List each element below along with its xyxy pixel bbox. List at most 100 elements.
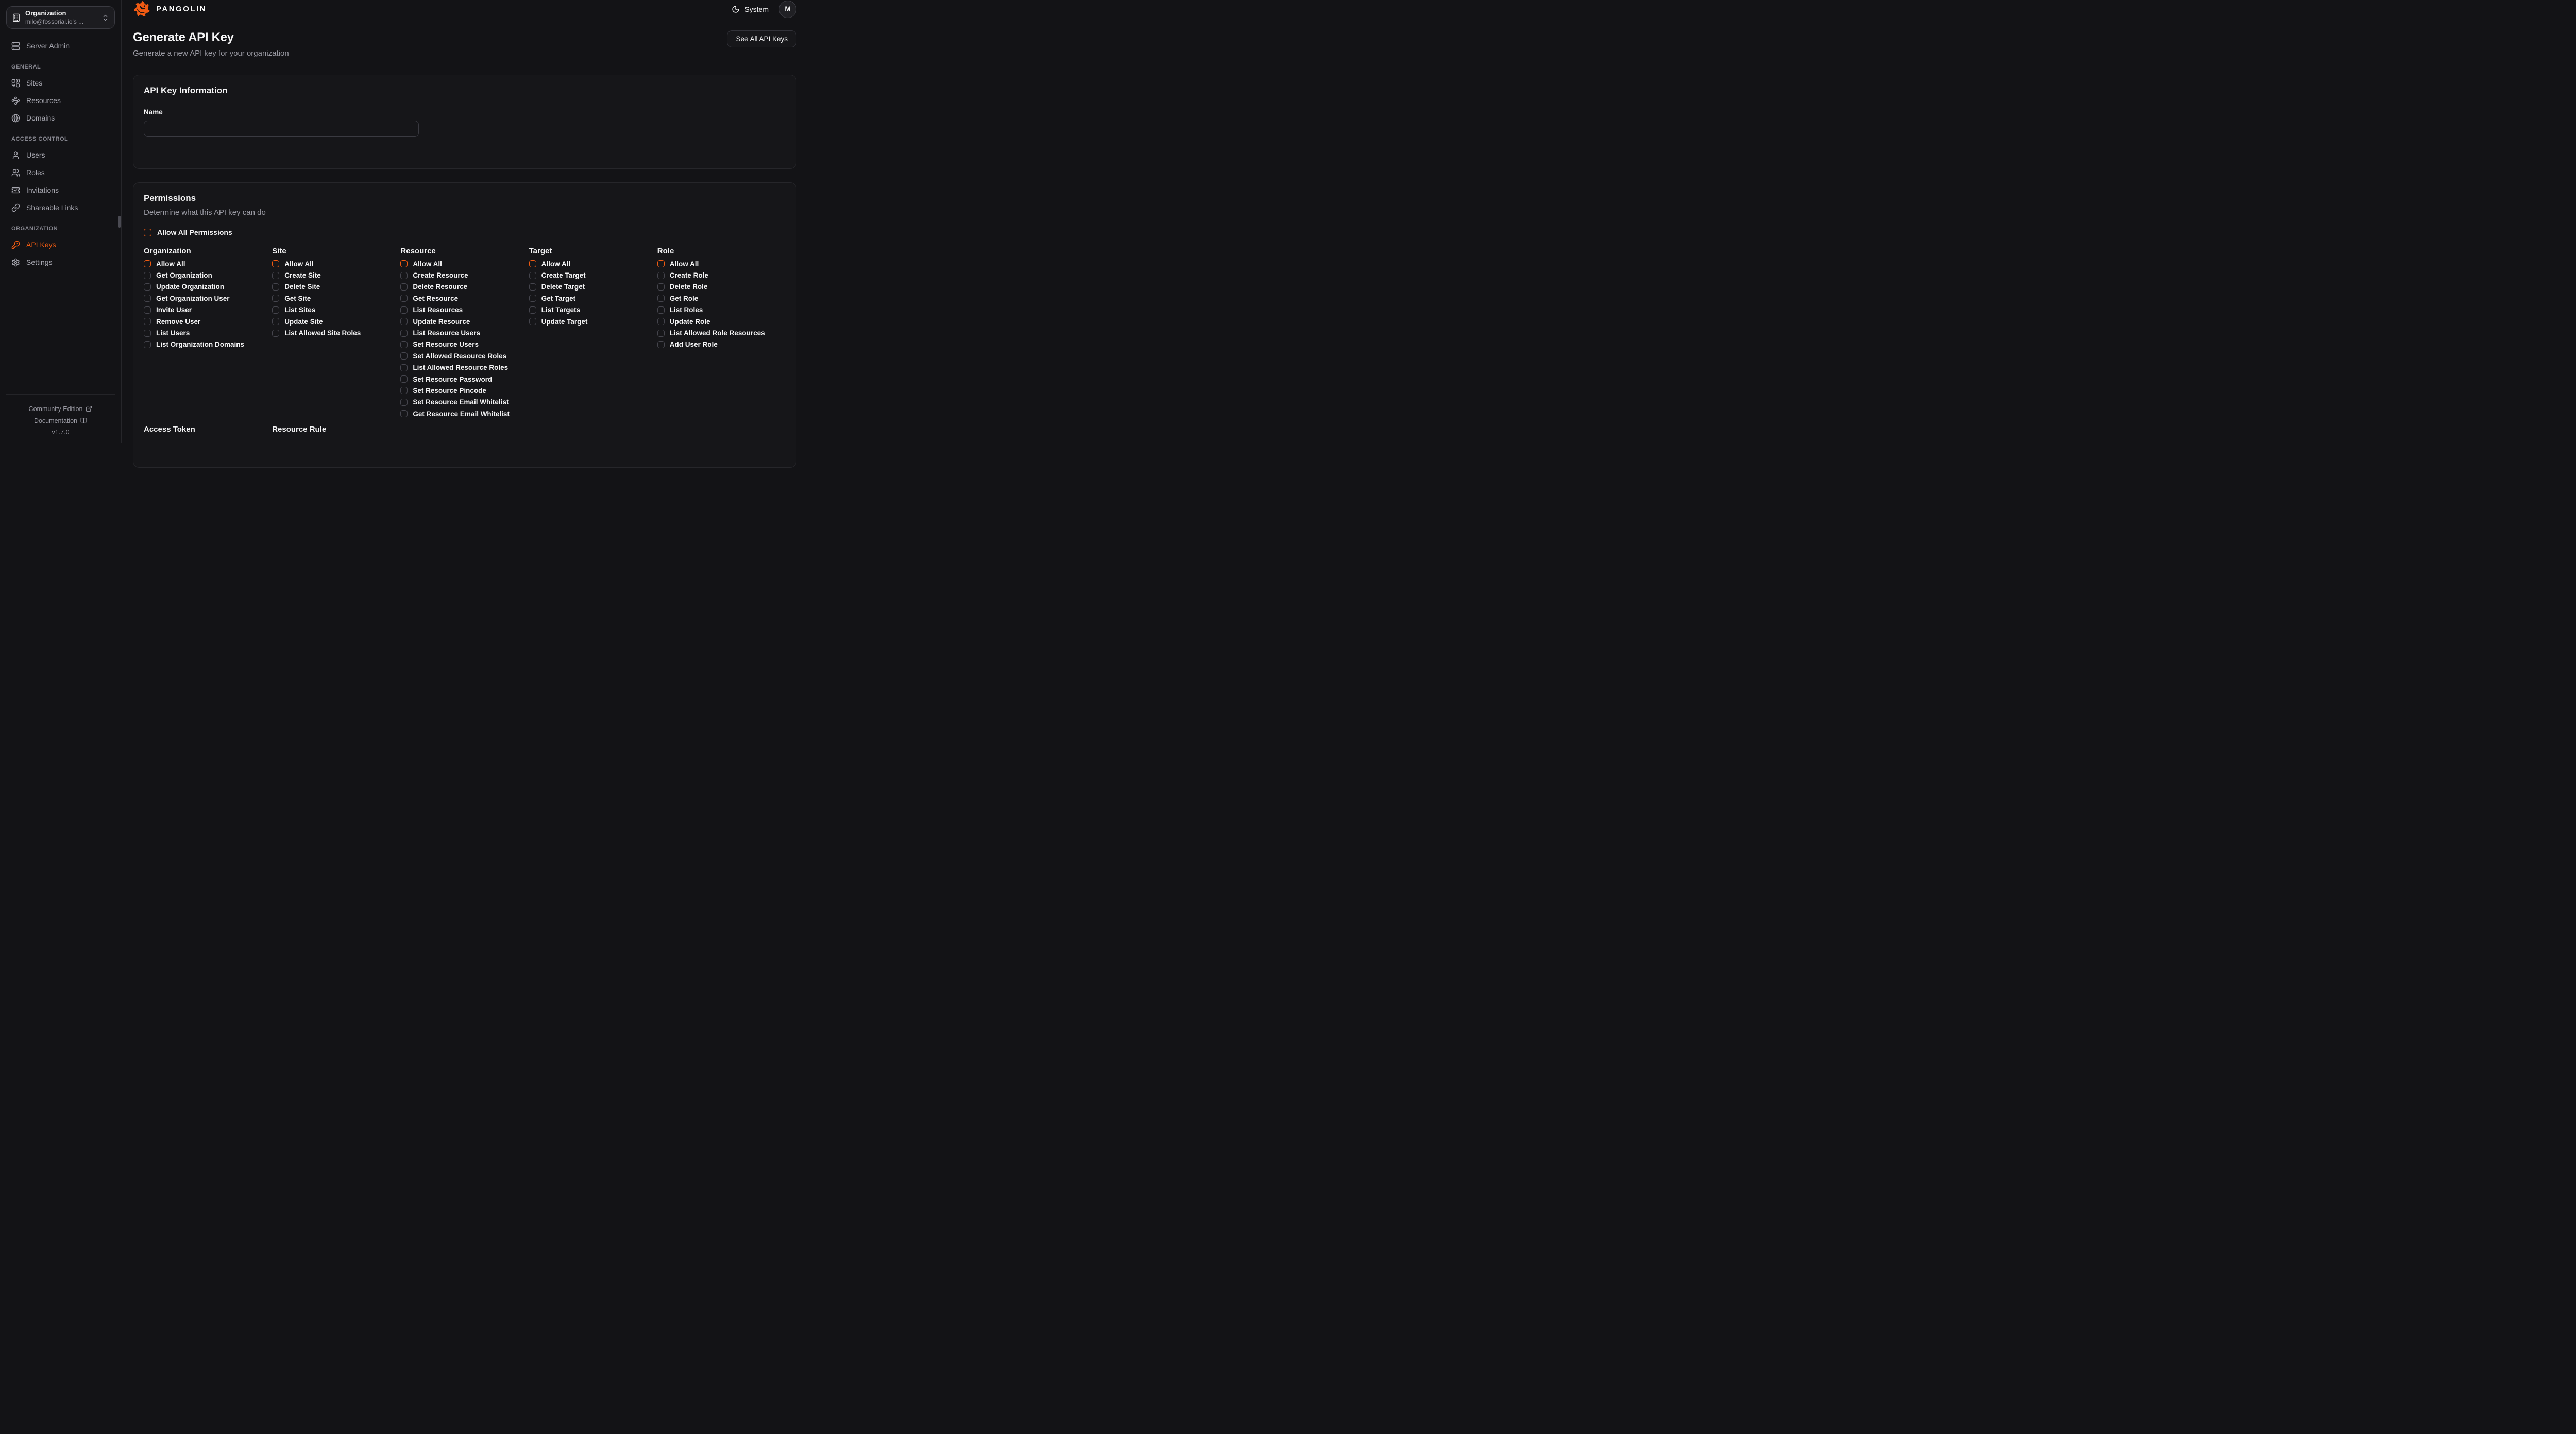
checkbox-label[interactable]: Get Resource Email Whitelist [413,410,510,418]
checkbox-label[interactable]: Create Site [284,271,321,279]
checkbox-label[interactable]: Delete Target [541,283,585,291]
sidebar-item-settings[interactable]: Settings [6,253,115,271]
checkbox-label[interactable]: Add User Role [670,340,718,348]
checkbox[interactable] [529,260,536,267]
sidebar-item-server-admin[interactable]: Server Admin [6,37,115,55]
checkbox-label[interactable]: Update Site [284,318,323,326]
checkbox-label[interactable]: List Roles [670,306,703,314]
checkbox[interactable] [144,272,151,279]
checkbox[interactable] [529,295,536,302]
checkbox-label[interactable]: Set Resource Email Whitelist [413,398,509,406]
sidebar-item-sites[interactable]: Sites [6,74,115,92]
checkbox-label[interactable]: Allow All [284,260,314,268]
checkbox-label[interactable]: List Allowed Resource Roles [413,364,508,371]
checkbox[interactable] [400,260,408,267]
allow-all-permissions-label[interactable]: Allow All Permissions [157,228,232,236]
checkbox-label[interactable]: Invite User [156,306,192,314]
checkbox[interactable] [657,318,665,325]
checkbox-label[interactable]: Update Resource [413,318,470,326]
sidebar-footer-link-documentation[interactable]: Documentation [6,415,115,426]
see-all-api-keys-button[interactable]: See All API Keys [727,30,796,47]
checkbox[interactable] [400,306,408,314]
checkbox-label[interactable]: Delete Resource [413,283,467,291]
checkbox-label[interactable]: List Sites [284,306,315,314]
checkbox[interactable] [400,375,408,383]
api-key-name-input[interactable] [144,121,419,137]
checkbox-label[interactable]: List Targets [541,306,581,314]
checkbox[interactable] [657,330,665,337]
checkbox[interactable] [400,330,408,337]
sidebar-item-users[interactable]: Users [6,146,115,164]
sidebar-footer-link-community-edition[interactable]: Community Edition [6,403,115,415]
checkbox-label[interactable]: Allow All [156,260,185,268]
theme-toggle[interactable]: System [732,5,769,13]
checkbox[interactable] [400,295,408,302]
checkbox[interactable] [144,318,151,325]
checkbox-label[interactable]: Delete Role [670,283,708,291]
organization-selector[interactable]: Organization milo@fossorial.io's ... [6,6,115,29]
checkbox-label[interactable]: Update Organization [156,283,224,291]
sidebar-item-roles[interactable]: Roles [6,164,115,181]
checkbox[interactable] [272,260,279,267]
checkbox-label[interactable]: Create Role [670,271,708,279]
checkbox[interactable] [144,330,151,337]
checkbox[interactable] [144,341,151,348]
checkbox[interactable] [529,306,536,314]
checkbox[interactable] [400,318,408,325]
checkbox[interactable] [272,318,279,325]
checkbox-label[interactable]: Set Resource Users [413,340,479,348]
checkbox-label[interactable]: List Organization Domains [156,340,244,348]
avatar[interactable]: M [779,1,796,18]
checkbox[interactable] [529,272,536,279]
checkbox-label[interactable]: Allow All [541,260,571,268]
checkbox[interactable] [144,295,151,302]
checkbox[interactable] [529,283,536,291]
checkbox[interactable] [272,330,279,337]
checkbox-label[interactable]: Allow All [670,260,699,268]
checkbox-label[interactable]: List Resource Users [413,329,480,337]
checkbox[interactable] [400,283,408,291]
checkbox[interactable] [657,272,665,279]
checkbox-label[interactable]: List Resources [413,306,463,314]
checkbox-label[interactable]: Delete Site [284,283,320,291]
checkbox[interactable] [657,341,665,348]
checkbox[interactable] [400,410,408,417]
checkbox-label[interactable]: Get Site [284,295,311,302]
checkbox[interactable] [144,306,151,314]
checkbox[interactable] [400,387,408,394]
checkbox[interactable] [272,295,279,302]
sidebar-item-invitations[interactable]: Invitations [6,181,115,199]
checkbox[interactable] [272,306,279,314]
checkbox-label[interactable]: Remove User [156,318,200,326]
checkbox[interactable] [657,306,665,314]
checkbox-label[interactable]: Create Target [541,271,586,279]
checkbox[interactable] [657,283,665,291]
checkbox-label[interactable]: Update Target [541,318,588,326]
checkbox-label[interactable]: List Allowed Site Roles [284,329,361,337]
checkbox-label[interactable]: Create Resource [413,271,468,279]
checkbox[interactable] [272,283,279,291]
sidebar-item-shareable-links[interactable]: Shareable Links [6,199,115,216]
checkbox[interactable] [272,272,279,279]
allow-all-permissions-checkbox[interactable] [144,229,151,236]
checkbox[interactable] [657,260,665,267]
checkbox[interactable] [400,399,408,406]
checkbox-label[interactable]: List Users [156,329,190,337]
checkbox-label[interactable]: Get Organization [156,271,212,279]
checkbox-label[interactable]: List Allowed Role Resources [670,329,765,337]
checkbox[interactable] [657,295,665,302]
checkbox[interactable] [400,272,408,279]
checkbox-label[interactable]: Get Resource [413,295,458,302]
checkbox-label[interactable]: Set Resource Password [413,375,492,383]
sidebar-scrollbar-thumb[interactable] [118,216,121,228]
checkbox-label[interactable]: Get Organization User [156,295,230,302]
checkbox-label[interactable]: Set Allowed Resource Roles [413,352,506,360]
checkbox[interactable] [144,260,151,267]
checkbox[interactable] [400,352,408,360]
checkbox[interactable] [400,341,408,348]
sidebar-item-api-keys[interactable]: API Keys [6,236,115,253]
checkbox-label[interactable]: Get Target [541,295,576,302]
checkbox-label[interactable]: Update Role [670,318,710,326]
checkbox-label[interactable]: Set Resource Pincode [413,387,486,395]
checkbox-label[interactable]: Get Role [670,295,699,302]
